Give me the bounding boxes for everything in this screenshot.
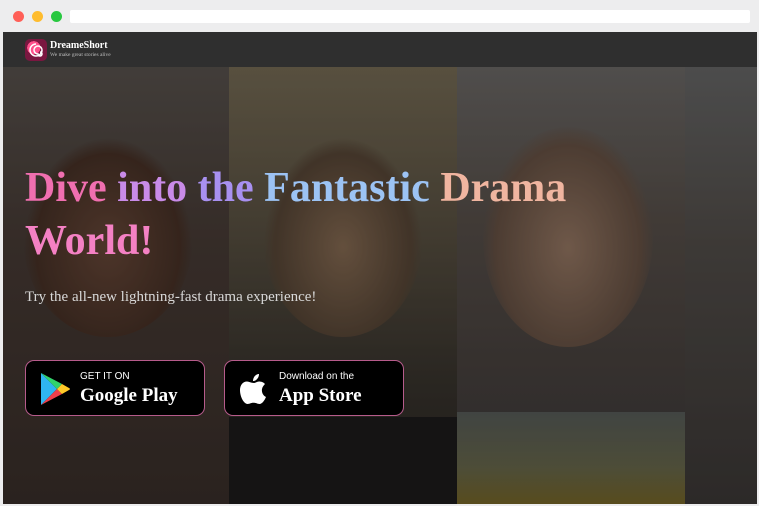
hero-subtitle: Try the all-new lightning-fast drama exp… (25, 289, 317, 305)
hero-dark-overlay (3, 67, 757, 504)
brand-tagline: We make great stories alive (50, 52, 111, 58)
brand-name[interactable]: DreameShort (50, 40, 108, 51)
app-store-big-label: App Store (279, 385, 362, 406)
google-play-big-label: Google Play (80, 385, 178, 406)
title-word: Drama (440, 165, 567, 211)
hero-section: Dive into the Fantastic Drama World! Try … (3, 67, 757, 504)
browser-toolbar (0, 0, 759, 32)
brand-logo-icon[interactable] (25, 39, 47, 61)
address-bar[interactable] (70, 10, 750, 23)
google-play-icon (41, 373, 70, 405)
minimize-window-button[interactable] (32, 11, 43, 22)
google-play-button[interactable]: GET IT ON Google Play (25, 360, 205, 416)
maximize-window-button[interactable] (51, 11, 62, 22)
app-store-small-label: Download on the (279, 371, 355, 382)
site-header: DreameShort We make great stories alive (3, 32, 757, 67)
title-word: World! (25, 218, 154, 264)
title-word: into (117, 165, 188, 211)
browser-window: DreameShort We make great stories alive … (0, 0, 759, 506)
title-word: the (197, 165, 254, 211)
google-play-small-label: GET IT ON (80, 371, 130, 382)
web-page: DreameShort We make great stories alive … (3, 32, 757, 504)
apple-icon (240, 374, 266, 404)
close-window-button[interactable] (13, 11, 24, 22)
title-word: Dive (25, 165, 107, 211)
hero-title: Dive into the Fantastic Drama World! (25, 162, 665, 268)
title-word: Fantastic (264, 165, 430, 211)
app-store-button[interactable]: Download on the App Store (224, 360, 404, 416)
